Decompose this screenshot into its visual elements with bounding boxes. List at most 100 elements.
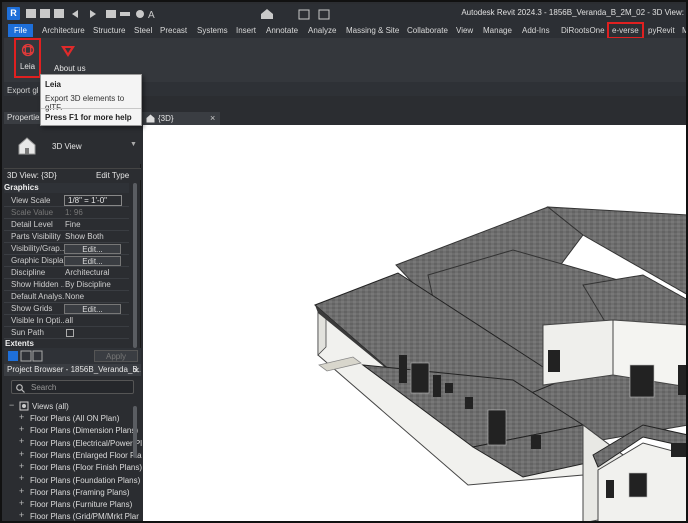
expand-icon[interactable]: + — [19, 461, 24, 471]
tab-manage[interactable]: Manage — [483, 24, 512, 37]
prop-row-parts-visibility[interactable]: Parts Visibility Show Both — [4, 231, 129, 243]
tab-architecture[interactable]: Architecture — [42, 24, 85, 37]
tree-root-views[interactable]: Views (all) — [32, 402, 69, 411]
expand-icon[interactable]: + — [19, 412, 24, 422]
expand-icon[interactable]: + — [19, 498, 24, 508]
tooltip-description: Export 3D elements to glTF. — [45, 94, 125, 112]
tab-dirootsone[interactable]: DiRootsOne — [561, 24, 605, 37]
revit-logo-icon[interactable]: R — [7, 7, 20, 20]
tab-3d-view[interactable]: {3D} × — [142, 112, 220, 125]
edit-button[interactable]: Edit... — [64, 244, 121, 254]
view-scale-field[interactable]: 1/8" = 1'-0" — [64, 195, 122, 206]
redo-icon[interactable] — [90, 10, 96, 18]
edit-type-button[interactable]: Edit Type — [96, 171, 129, 180]
e-verse-logo-icon[interactable] — [60, 44, 76, 58]
instance-selector[interactable]: 3D View: {3D} Edit Type — [4, 168, 141, 180]
revit-window: R A Autodesk Revit 2024.3 - 1856B_Verand… — [0, 0, 688, 523]
tab-file[interactable]: File — [8, 24, 33, 37]
expand-icon[interactable]: + — [19, 424, 24, 434]
project-browser-scrollbar[interactable] — [133, 406, 137, 458]
tab-structure[interactable]: Structure — [93, 24, 125, 37]
print-icon[interactable] — [106, 10, 116, 18]
edit-button[interactable]: Edit... — [64, 256, 121, 266]
tree-item[interactable]: Floor Plans (Furniture Plans) — [30, 500, 132, 509]
prop-row-visibility-graphics[interactable]: Visibility/Grap... Edit... — [4, 243, 129, 255]
tab-analyze[interactable]: Analyze — [308, 24, 336, 37]
prop-value[interactable]: By Discipline — [65, 279, 111, 291]
property-group-graphics[interactable]: Graphics — [4, 183, 129, 193]
undo-icon[interactable] — [72, 10, 78, 18]
window-title: Autodesk Revit 2024.3 - 1856B_Veranda_B_… — [461, 8, 684, 17]
tree-item[interactable]: Floor Plans (Enlarged Floor Pla — [30, 451, 142, 460]
expand-icon[interactable]: + — [19, 449, 24, 459]
close-icon[interactable]: ✕ — [133, 366, 140, 375]
search-input[interactable]: Search — [11, 380, 134, 394]
sort-ascending-icon[interactable] — [8, 351, 18, 361]
chevron-down-icon[interactable]: ▼ — [130, 141, 137, 148]
prop-name: Parts Visibility — [11, 232, 61, 241]
prop-row-view-scale[interactable]: View Scale 1/8" = 1'-0" — [4, 195, 129, 207]
save-icon[interactable] — [40, 9, 50, 18]
sort-alpha-icon[interactable] — [32, 350, 43, 362]
project-browser-header: Project Browser - 1856B_Veranda_B... — [4, 364, 141, 376]
about-us-button[interactable]: About us — [54, 64, 86, 73]
prop-value[interactable]: Show Both — [65, 231, 104, 243]
expand-icon[interactable]: + — [19, 486, 24, 496]
open-icon[interactable] — [26, 9, 36, 18]
properties-scrollbar[interactable] — [133, 183, 137, 348]
sync-icon[interactable] — [54, 9, 64, 18]
prop-row-graphic-display[interactable]: Graphic Displa... Edit... — [4, 255, 129, 267]
prop-row-detail-level[interactable]: Detail Level Fine — [4, 219, 129, 231]
tree-item[interactable]: Floor Plans (Dimension Plans) — [30, 426, 138, 435]
prop-row-visible-in-options[interactable]: Visible In Opti... all — [4, 315, 129, 327]
tree-item[interactable]: Floor Plans (Grid/PM/Mrkt Plar — [30, 512, 139, 521]
collapse-icon[interactable]: − — [9, 400, 14, 410]
tab-insert[interactable]: Insert — [236, 24, 256, 37]
tree-item[interactable]: Floor Plans (All ON Plan) — [30, 414, 119, 423]
prop-row-show-grids[interactable]: Show Grids Edit... — [4, 303, 129, 315]
prop-value[interactable]: all — [65, 315, 73, 327]
close-hidden-icon[interactable] — [318, 9, 330, 20]
switch-windows-icon[interactable] — [298, 9, 310, 20]
tab-precast[interactable]: Precast — [160, 24, 187, 37]
tab-collaborate[interactable]: Collaborate — [407, 24, 448, 37]
text-icon[interactable]: A — [148, 10, 155, 21]
tab-add-ins[interactable]: Add-Ins — [522, 24, 550, 37]
tab-e-verse[interactable]: e-verse — [607, 22, 644, 39]
tree-item[interactable]: Floor Plans (Electrical/Power Pl — [30, 439, 142, 448]
apply-button[interactable]: Apply — [94, 350, 138, 362]
tab-more[interactable]: M — [682, 24, 686, 37]
tree-item[interactable]: Floor Plans (Framing Plans) — [30, 488, 130, 497]
prop-value[interactable]: None — [65, 291, 84, 303]
prop-value[interactable]: Fine — [65, 219, 81, 231]
tab-systems[interactable]: Systems — [197, 24, 228, 37]
prop-name: Visible In Opti... — [11, 316, 64, 325]
prop-row-sun-path[interactable]: Sun Path — [4, 327, 129, 339]
3d-viewport[interactable] — [143, 125, 686, 521]
prop-row-show-hidden[interactable]: Show Hidden ... By Discipline — [4, 279, 129, 291]
tab-pyrevit[interactable]: pyRevit — [648, 24, 675, 37]
tab-view[interactable]: View — [456, 24, 473, 37]
tab-massing-site[interactable]: Massing & Site — [346, 24, 399, 37]
window — [606, 480, 614, 498]
expand-icon[interactable]: + — [19, 510, 24, 520]
sort-descending-icon[interactable] — [20, 350, 32, 362]
property-group-extents[interactable]: Extents — [4, 339, 129, 348]
prop-row-default-analysis[interactable]: Default Analys... None — [4, 291, 129, 303]
measure-icon[interactable] — [120, 12, 130, 16]
prop-value[interactable]: Architectural — [65, 267, 109, 279]
leia-button[interactable]: Leia — [14, 38, 41, 78]
expand-icon[interactable]: + — [19, 436, 24, 446]
tree-item[interactable]: Floor Plans (Foundation Plans) — [30, 476, 140, 485]
tree-item[interactable]: Floor Plans (Floor Finish Plans) — [30, 463, 142, 472]
edit-button[interactable]: Edit... — [64, 304, 121, 314]
3d-house-icon[interactable] — [261, 9, 273, 19]
tab-steel[interactable]: Steel — [134, 24, 152, 37]
tag-icon[interactable] — [136, 10, 144, 18]
tab-annotate[interactable]: Annotate — [266, 24, 298, 37]
close-icon[interactable]: × — [210, 113, 215, 123]
prop-row-discipline[interactable]: Discipline Architectural — [4, 267, 129, 279]
sun-path-checkbox[interactable] — [66, 329, 74, 337]
expand-icon[interactable]: + — [19, 473, 24, 483]
views-icon — [19, 401, 29, 411]
